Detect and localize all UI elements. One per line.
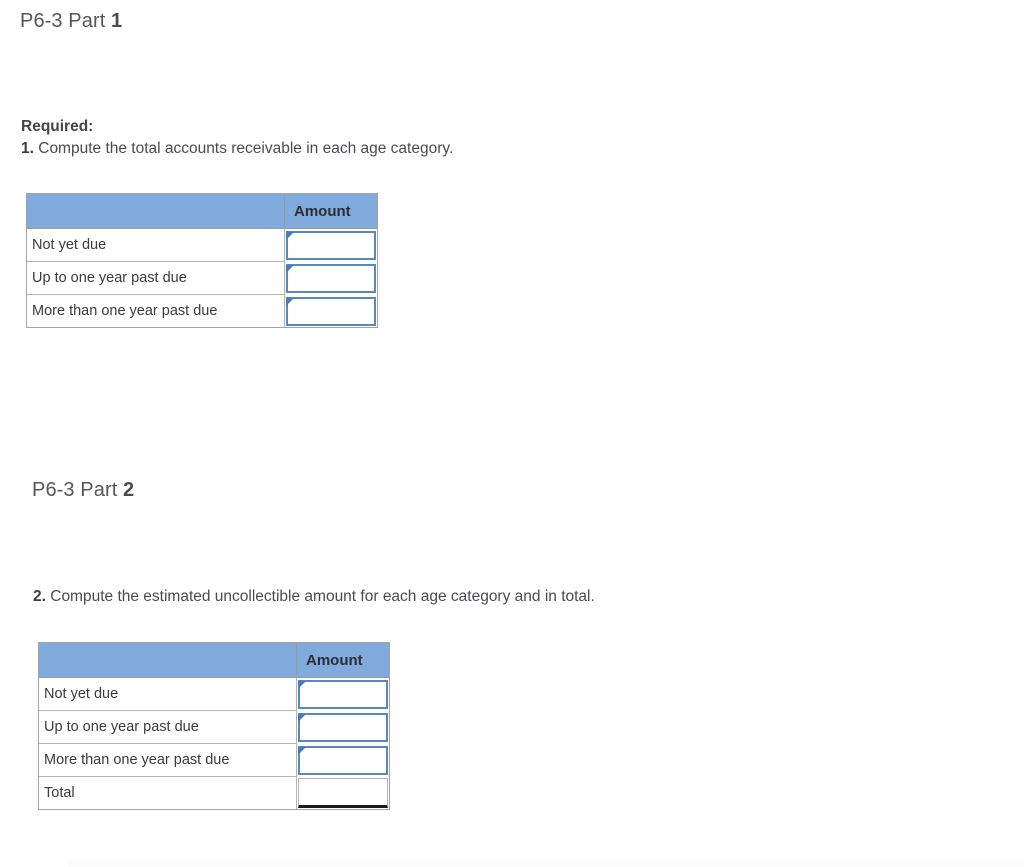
instruction-2: 2. Compute the estimated uncollectible a… <box>33 588 595 606</box>
table-row: Up to one year past due <box>39 711 389 744</box>
amount-cell-not-yet-due <box>285 229 377 262</box>
estimate-input-total[interactable] <box>298 778 388 808</box>
part-2-heading-prefix: P6-3 Part <box>32 479 124 501</box>
estimate-input-more-than-one-year[interactable] <box>298 746 388 775</box>
row-label-up-to-one-year: Up to one year past due <box>27 262 285 295</box>
answer-wrap <box>297 746 389 775</box>
amount-cell-more-than-one-year <box>297 744 389 777</box>
row-label-more-than-one-year: More than one year past due <box>39 744 297 777</box>
amount-cell-up-to-one-year <box>285 262 377 295</box>
answer-wrap <box>297 713 389 742</box>
row-label-not-yet-due: Not yet due <box>39 678 297 711</box>
column-header-amount: Amount <box>285 194 377 229</box>
answer-wrap <box>285 231 377 260</box>
answer-wrap <box>285 264 377 293</box>
part-1-heading-prefix: P6-3 Part <box>20 10 112 32</box>
table-header-row: Amount <box>27 194 377 229</box>
page-bottom-band <box>68 858 1024 867</box>
table-row: More than one year past due <box>27 295 377 327</box>
answer-wrap <box>297 680 389 709</box>
required-label: Required: <box>21 118 94 135</box>
estimate-input-up-to-one-year[interactable] <box>298 713 388 742</box>
instruction-1: 1. Compute the total accounts receivable… <box>21 140 453 158</box>
table-row: More than one year past due <box>39 744 389 777</box>
amount-cell-up-to-one-year <box>297 711 389 744</box>
table-header-row: Amount <box>39 643 389 678</box>
amount-input-not-yet-due[interactable] <box>286 231 376 260</box>
column-header-amount: Amount <box>297 643 389 678</box>
table-row: Up to one year past due <box>27 262 377 295</box>
row-label-more-than-one-year: More than one year past due <box>27 295 285 327</box>
answer-wrap <box>285 296 377 326</box>
instruction-1-text: Compute the total accounts receivable in… <box>33 140 454 157</box>
row-label-not-yet-due: Not yet due <box>27 229 285 262</box>
uncollectible-estimate-table: Amount Not yet due Up to one year past d… <box>38 642 390 810</box>
instruction-2-number: 2. <box>33 588 46 605</box>
instruction-2-text: Compute the estimated uncollectible amou… <box>45 588 595 605</box>
amount-input-up-to-one-year[interactable] <box>286 264 376 293</box>
column-header-category <box>39 643 297 678</box>
column-header-category <box>27 194 285 229</box>
row-label-up-to-one-year: Up to one year past due <box>39 711 297 744</box>
amount-cell-more-than-one-year <box>285 295 377 327</box>
part-1-heading: P6-3 Part 1 <box>20 10 122 33</box>
part-2-heading-number: 2 <box>123 479 135 501</box>
table-row-total: Total <box>39 777 389 809</box>
amount-cell-total <box>297 777 389 809</box>
row-label-total: Total <box>39 777 297 809</box>
instruction-1-number: 1. <box>21 140 34 157</box>
part-2-heading: P6-3 Part 2 <box>32 479 134 502</box>
part-1-heading-number: 1 <box>111 10 123 32</box>
table-row: Not yet due <box>39 678 389 711</box>
amount-cell-not-yet-due <box>297 678 389 711</box>
estimate-input-not-yet-due[interactable] <box>298 680 388 709</box>
amount-input-more-than-one-year[interactable] <box>286 296 376 326</box>
table-row: Not yet due <box>27 229 377 262</box>
accounts-receivable-table: Amount Not yet due Up to one year past d… <box>26 193 378 328</box>
